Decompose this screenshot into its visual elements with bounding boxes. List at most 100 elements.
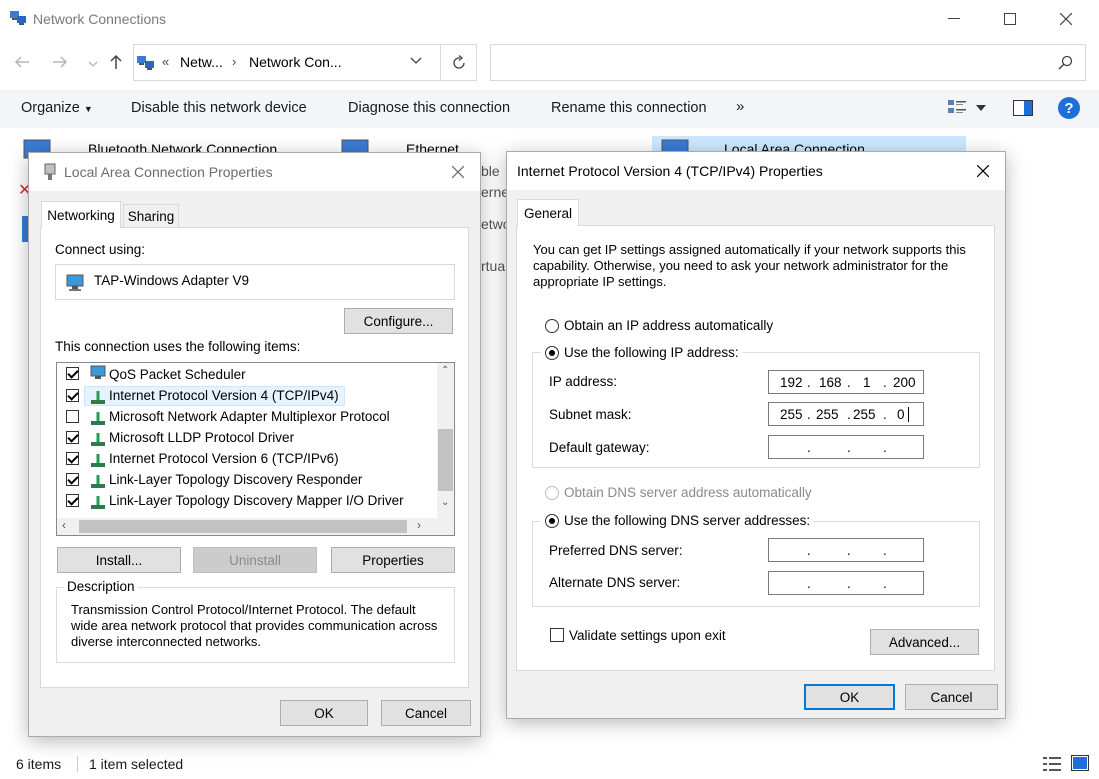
install-button[interactable]: Install... (57, 547, 181, 573)
network-folder-icon (137, 56, 154, 70)
protocol-icon (91, 475, 105, 488)
protocol-icon (91, 412, 105, 425)
horizontal-scroll-thumb[interactable] (79, 520, 407, 533)
ip-dot: . (883, 375, 887, 390)
obtain-ip-auto-radio[interactable] (545, 319, 559, 333)
preferred-dns-field[interactable]: . . . (768, 538, 924, 562)
ipv4-cancel-button[interactable]: Cancel (905, 684, 998, 710)
scroll-right-icon[interactable]: › (417, 518, 421, 532)
partial-text-2: erne (481, 184, 510, 200)
obtain-dns-auto-radio[interactable] (545, 486, 559, 500)
breadcrumb-network-connections[interactable]: Network Con... (249, 54, 342, 70)
tab-networking[interactable]: Networking (41, 201, 121, 228)
ipv4-ok-button[interactable]: OK (804, 684, 895, 710)
ip-address-label: IP address: (549, 374, 618, 389)
description-text: Transmission Control Protocol/Internet P… (71, 602, 438, 649)
preview-pane-icon[interactable] (1013, 100, 1033, 116)
horizontal-scrollbar[interactable]: ‹ › (57, 518, 454, 535)
item-checkbox[interactable] (66, 452, 79, 465)
minimize-button[interactable] (931, 0, 977, 38)
item-checkbox[interactable] (66, 410, 79, 423)
default-gateway-field[interactable]: . . . (768, 435, 924, 459)
search-input[interactable] (490, 44, 1086, 81)
item-checkbox[interactable] (66, 389, 79, 402)
recent-locations-button[interactable] (83, 54, 103, 74)
breadcrumb-network[interactable]: Netw... (180, 54, 223, 70)
validate-checkbox[interactable] (550, 628, 564, 642)
preferred-dns-label: Preferred DNS server: (549, 543, 683, 558)
network-adapter-icon (66, 274, 84, 291)
use-following-ip-label[interactable]: Use the following IP address: (564, 345, 739, 360)
up-button[interactable] (106, 52, 126, 72)
use-following-dns-label[interactable]: Use the following DNS server addresses: (564, 513, 810, 528)
tab-sharing[interactable]: Sharing (123, 204, 179, 228)
close-icon (452, 166, 464, 178)
text-cursor (908, 407, 909, 422)
item-checkbox[interactable] (66, 473, 79, 486)
uninstall-button[interactable]: Uninstall (193, 547, 317, 573)
lac-ok-button[interactable]: OK (280, 700, 368, 726)
protocol-icon (91, 391, 105, 404)
properties-button[interactable]: Properties (331, 547, 455, 573)
forward-button[interactable] (50, 52, 70, 72)
help-icon[interactable]: ? (1058, 97, 1080, 119)
obtain-dns-auto-label[interactable]: Obtain DNS server address automatically (564, 485, 812, 500)
partial-text-4: rtual (481, 258, 509, 274)
rename-connection-button[interactable]: Rename this connection (551, 100, 707, 116)
configure-button[interactable]: Configure... (344, 308, 453, 334)
more-commands-button[interactable]: » (736, 98, 744, 115)
tab-general[interactable]: General (517, 199, 579, 226)
lac-dialog-close-button[interactable] (436, 153, 480, 191)
ip-octet-2: 168 (819, 375, 842, 390)
intro-text: You can get IP settings assigned automat… (533, 242, 966, 289)
title-bar: Network Connections (0, 0, 1099, 38)
lac-cancel-button[interactable]: Cancel (381, 700, 471, 726)
lac-dialog-titlebar: Local Area Connection Properties (29, 153, 480, 191)
address-bar[interactable]: « Netw... › Network Con... (133, 44, 477, 81)
item-checkbox[interactable] (66, 367, 79, 380)
use-following-dns-radio[interactable] (545, 514, 559, 528)
subnet-octet-3: 255 (853, 407, 876, 422)
organize-menu[interactable]: Organize ▼ (21, 100, 93, 116)
diagnose-connection-button[interactable]: Diagnose this connection (348, 100, 510, 116)
ip-dot: . (847, 375, 851, 390)
advanced-button[interactable]: Advanced... (870, 629, 979, 655)
obtain-ip-auto-label[interactable]: Obtain an IP address automatically (564, 318, 773, 333)
vertical-scroll-thumb[interactable] (438, 429, 453, 491)
item-checkbox[interactable] (66, 431, 79, 444)
status-divider (77, 756, 78, 772)
view-options-dropdown-icon[interactable] (976, 105, 986, 111)
status-bar: 6 items 1 item selected (0, 750, 1099, 779)
change-view-icon[interactable] (947, 99, 967, 117)
details-view-icon[interactable] (1043, 756, 1061, 772)
scroll-left-icon[interactable]: ‹ (62, 518, 66, 532)
ip-address-field[interactable]: 192 . 168 . 1 . 200 (768, 370, 924, 394)
lac-properties-dialog: Local Area Connection Properties Network… (28, 152, 481, 737)
adapter-name: TAP-Windows Adapter V9 (94, 273, 250, 288)
item-checkbox[interactable] (66, 494, 79, 507)
adapter-field: TAP-Windows Adapter V9 (55, 264, 455, 300)
disable-device-button[interactable]: Disable this network device (131, 100, 307, 116)
qos-scheduler-icon (90, 365, 106, 379)
address-dropdown-icon[interactable] (410, 57, 422, 65)
scroll-up-icon[interactable]: ⌃ (441, 365, 449, 376)
ip-octet-3: 1 (863, 375, 871, 390)
subnet-mask-field[interactable]: 255 . 255 . 255 . 0 (768, 402, 924, 426)
use-following-ip-radio[interactable] (545, 346, 559, 360)
breadcrumb-overflow[interactable]: « (162, 54, 169, 69)
refresh-button[interactable] (440, 44, 476, 81)
ip-octet-4: 200 (893, 375, 916, 390)
back-button[interactable] (12, 52, 32, 72)
ipv4-dialog-close-button[interactable] (961, 152, 1005, 190)
protocol-icon (91, 433, 105, 446)
vertical-scrollbar[interactable]: ⌃ ⌄ (437, 363, 454, 518)
close-window-button[interactable] (1043, 0, 1089, 38)
ip-dot: . (883, 440, 887, 455)
protocol-icon (91, 496, 105, 509)
scroll-down-icon[interactable]: ⌄ (441, 497, 449, 508)
up-arrow-icon (110, 54, 122, 69)
validate-label[interactable]: Validate settings upon exit (569, 628, 726, 643)
alternate-dns-field[interactable]: . . . (768, 571, 924, 595)
large-icons-view-icon[interactable] (1071, 755, 1089, 771)
maximize-button[interactable] (987, 0, 1033, 38)
